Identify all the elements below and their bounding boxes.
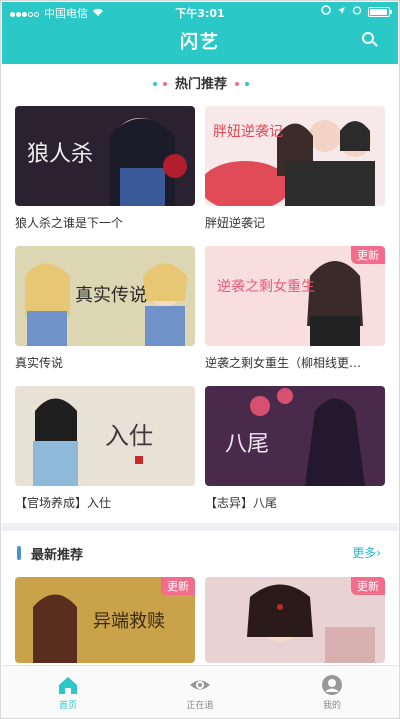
svg-text:异端救赎: 异端救赎 <box>93 611 165 632</box>
svg-text:狼人杀: 狼人杀 <box>27 142 93 167</box>
update-badge: 更新 <box>351 577 385 595</box>
svg-text:八尾: 八尾 <box>225 432 269 457</box>
tab-home[interactable]: 首页 <box>2 666 134 718</box>
cover-image: 逆袭之剩女重生 更新 <box>205 246 385 346</box>
tab-label: 我的 <box>322 701 341 711</box>
tab-bar: 首页 正在追 我的 <box>2 665 398 718</box>
item-title: 【官场养成】入仕 <box>15 496 112 510</box>
cover-image: 更新 <box>205 577 385 663</box>
tab-following[interactable]: 正在追 <box>134 666 266 718</box>
home-icon <box>56 674 80 696</box>
item-title: 胖妞逆袭记 <box>205 216 266 230</box>
item-title: 狼人杀之谁是下一个 <box>15 216 124 230</box>
page-title: 闪艺 <box>180 32 220 53</box>
svg-text:入仕: 入仕 <box>105 422 153 450</box>
hot-section-header: 热门推荐 <box>1 71 399 99</box>
cover-image: 狼人杀 <box>15 106 195 206</box>
hot-section-title: 热门推荐 <box>174 77 227 92</box>
tab-label: 正在追 <box>186 701 214 711</box>
status-bar: 中国电信 下午3:01 <box>2 2 398 22</box>
svg-text:胖妞逆袭记: 胖妞逆袭记 <box>213 124 283 140</box>
section-divider <box>2 523 398 531</box>
profile-icon <box>320 674 344 696</box>
item-title: 【志异】八尾 <box>205 496 278 510</box>
hot-item-eight-tails[interactable]: 八尾 【志异】八尾 <box>205 386 385 511</box>
update-badge: 更新 <box>161 577 195 595</box>
tab-mine[interactable]: 我的 <box>266 666 398 718</box>
tab-label: 首页 <box>58 701 77 711</box>
cover-image: 入仕 <box>15 386 195 486</box>
navigation-icon <box>337 5 346 18</box>
cover-image: 异端救赎 更新 <box>15 577 195 663</box>
hot-item-true-legend[interactable]: 真实传说 真实传说 <box>15 246 195 371</box>
hot-item-reborn[interactable]: 逆袭之剩女重生 更新 逆袭之剩女重生（柳相线更… <box>205 246 385 371</box>
location-icon <box>321 5 331 18</box>
hot-item-officialdom[interactable]: 入仕 【官场养成】入仕 <box>15 386 195 511</box>
battery-icon <box>368 6 392 17</box>
cover-image: 胖妞逆袭记 <box>205 106 385 206</box>
hot-item-fat-girl[interactable]: 胖妞逆袭记 胖妞逆袭记 <box>205 106 385 231</box>
app-frame: 中国电信 下午3:01 闪艺 热门推荐 狼人杀 狼人杀之谁是下一个 胖妞逆袭记 … <box>0 0 400 719</box>
latest-section-title: 最新推荐 <box>31 548 84 563</box>
update-badge: 更新 <box>351 246 385 264</box>
item-title: 逆袭之剩女重生（柳相线更… <box>205 356 362 370</box>
hot-item-werewolf[interactable]: 狼人杀 狼人杀之谁是下一个 <box>15 106 195 231</box>
search-icon[interactable] <box>362 32 378 48</box>
latest-item-heretic[interactable]: 异端救赎 更新 <box>15 577 195 663</box>
cover-image: 八尾 <box>205 386 385 486</box>
svg-text:逆袭之剩女重生: 逆袭之剩女重生 <box>217 278 315 295</box>
more-link[interactable]: 更多› <box>352 544 381 561</box>
alarm-icon <box>352 5 362 18</box>
latest-item-palace[interactable]: 更新 <box>205 577 385 663</box>
top-bar: 中国电信 下午3:01 闪艺 <box>2 2 398 64</box>
eye-icon <box>188 674 212 696</box>
latest-section-header: 最新推荐 更多› <box>1 541 399 565</box>
svg-text:真实传说: 真实传说 <box>75 285 147 306</box>
cover-image: 真实传说 <box>15 246 195 346</box>
item-title: 真实传说 <box>15 356 64 370</box>
